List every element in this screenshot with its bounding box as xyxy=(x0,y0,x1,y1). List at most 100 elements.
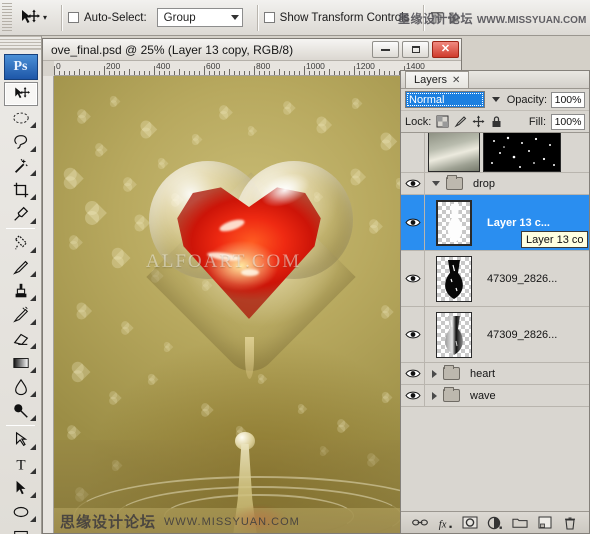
layer-thumbnail-cell[interactable] xyxy=(425,311,483,358)
restore-button[interactable] xyxy=(402,41,429,58)
layer-thumbnail-cell[interactable] xyxy=(425,255,483,302)
wood-texture-thumb xyxy=(428,133,480,172)
visibility-toggle-wave[interactable] xyxy=(401,385,425,406)
path-selection-tool-button[interactable] xyxy=(4,476,38,500)
layer-thumbnail-cell-2[interactable] xyxy=(483,133,561,172)
eye-icon[interactable] xyxy=(404,273,421,285)
visibility-toggle-cell[interactable] xyxy=(401,133,425,172)
fill-input[interactable]: 100% xyxy=(551,113,585,130)
clone-stamp-tool-button[interactable] xyxy=(4,279,38,303)
tool-preset-caret-icon[interactable]: ▾ xyxy=(43,13,47,22)
lock-position-icon[interactable] xyxy=(472,115,485,128)
new-layer-icon[interactable] xyxy=(537,516,553,530)
flyout-triangle-icon xyxy=(29,146,36,152)
eye-icon[interactable] xyxy=(404,178,421,190)
layer-group-heart[interactable]: heart xyxy=(401,363,589,385)
close-icon[interactable]: ✕ xyxy=(452,75,460,86)
visibility-toggle-heart[interactable] xyxy=(401,363,425,384)
toolbox-grip[interactable] xyxy=(0,36,41,50)
tool-preset-picker[interactable]: ▾ xyxy=(12,7,55,29)
delete-layer-icon[interactable] xyxy=(562,516,578,530)
magic-wand-tool-button[interactable] xyxy=(4,154,38,178)
eyedropper-tool-button[interactable] xyxy=(4,202,38,226)
layer-row-black-vase[interactable]: 47309_2826... xyxy=(401,251,589,307)
blur-tool-button[interactable] xyxy=(4,375,38,399)
show-transform-checkbox[interactable] xyxy=(263,12,275,23)
gradient-tool-button[interactable] xyxy=(4,351,38,375)
lasso-tool-button[interactable] xyxy=(4,130,38,154)
crop-tool-button[interactable] xyxy=(4,178,38,202)
visibility-toggle-vase-black[interactable] xyxy=(401,251,425,306)
toolbox-divider-1 xyxy=(6,228,35,229)
layer-group-wave[interactable]: wave xyxy=(401,385,589,407)
elliptical-marquee-tool-button[interactable] xyxy=(4,106,38,130)
ruler-label: 200 xyxy=(106,61,121,71)
bokeh-heart xyxy=(110,392,122,404)
lock-image-pixels-icon[interactable] xyxy=(454,115,467,128)
healing-brush-tool-button[interactable] xyxy=(4,231,38,255)
ruler-tick xyxy=(284,71,285,75)
layer-style-fx-icon[interactable]: fx xyxy=(437,516,453,530)
chevron-down-icon[interactable] xyxy=(491,97,500,102)
history-brush-tool-button[interactable] xyxy=(4,303,38,327)
eye-icon[interactable] xyxy=(404,390,421,402)
type-tool-button[interactable]: T xyxy=(4,452,38,476)
group-disclosure-icon[interactable] xyxy=(432,181,440,186)
minimize-button[interactable] xyxy=(372,41,399,58)
layer-row-grey-vase[interactable]: 47309_2826... xyxy=(401,307,589,363)
flyout-triangle-icon xyxy=(29,295,36,301)
layer-group-drop[interactable]: drop xyxy=(401,173,589,195)
brush-tool-button[interactable] xyxy=(4,255,38,279)
ruler-tick xyxy=(349,71,350,75)
table-row[interactable] xyxy=(401,133,589,173)
new-group-icon[interactable] xyxy=(512,516,528,530)
eye-icon[interactable] xyxy=(404,217,421,229)
lock-transparent-pixels-icon[interactable] xyxy=(436,115,449,128)
flyout-triangle-icon xyxy=(29,247,36,253)
eye-icon[interactable] xyxy=(404,368,421,380)
ruler-tick xyxy=(214,71,215,75)
vertical-ruler[interactable] xyxy=(43,76,54,533)
add-layer-mask-icon[interactable] xyxy=(462,516,478,530)
auto-select-checkbox[interactable] xyxy=(68,12,80,23)
ruler-tick xyxy=(304,66,305,75)
close-button[interactable]: ✕ xyxy=(432,41,459,58)
eraser-tool-button[interactable] xyxy=(4,327,38,351)
blend-mode-dropdown[interactable]: Normal xyxy=(405,91,485,108)
dodge-tool-button[interactable] xyxy=(4,399,38,423)
tab-layers[interactable]: Layers ✕ xyxy=(405,71,470,88)
bokeh-heart xyxy=(124,178,137,191)
visibility-toggle-layer13[interactable] xyxy=(401,195,425,250)
opacity-input[interactable]: 100% xyxy=(551,91,585,108)
layer-row-selected[interactable]: Layer 13 c... Layer 13 co xyxy=(401,195,589,251)
eye-icon[interactable] xyxy=(404,329,421,341)
auto-select-dropdown[interactable]: Group xyxy=(156,8,243,27)
move-tool-button[interactable] xyxy=(3,82,38,106)
notes-tool-button[interactable] xyxy=(4,524,38,534)
group-disclosure-icon[interactable] xyxy=(432,391,437,400)
flyout-triangle-icon xyxy=(29,492,36,498)
layer-name-label: 47309_2826... xyxy=(487,272,558,285)
link-layers-icon[interactable] xyxy=(411,516,428,530)
document-title-bar[interactable]: ove_final.psd @ 25% (Layer 13 copy, RGB/… xyxy=(43,39,461,61)
group-disclosure-icon[interactable] xyxy=(432,369,437,378)
layer-list[interactable]: drop Layer 13 c... Layer 13 co 47309_282… xyxy=(401,133,589,511)
layer-thumbnail-cell[interactable] xyxy=(425,133,483,172)
layer-thumbnail-cell[interactable] xyxy=(425,199,483,246)
chevron-down-icon xyxy=(230,15,239,20)
visibility-toggle-vase-grey[interactable] xyxy=(401,307,425,362)
folder-icon xyxy=(443,365,460,380)
watermark-cn-text: 墨缘设计论坛 xyxy=(398,12,474,26)
visibility-toggle-drop[interactable] xyxy=(401,173,425,194)
pen-tool-button[interactable] xyxy=(4,428,38,452)
ruler-tick xyxy=(249,71,250,75)
lock-all-icon[interactable] xyxy=(490,115,503,128)
layer-name-label: heart xyxy=(470,367,496,380)
flyout-triangle-icon xyxy=(29,444,36,450)
options-bar-grip[interactable] xyxy=(2,2,12,33)
new-adjustment-layer-icon[interactable] xyxy=(487,516,503,530)
blend-mode-value: Normal xyxy=(409,93,445,106)
ellipse-shape-tool-button[interactable] xyxy=(4,500,38,524)
folder-icon xyxy=(443,387,460,402)
show-transform-label: Show Transform Controls xyxy=(279,11,410,24)
